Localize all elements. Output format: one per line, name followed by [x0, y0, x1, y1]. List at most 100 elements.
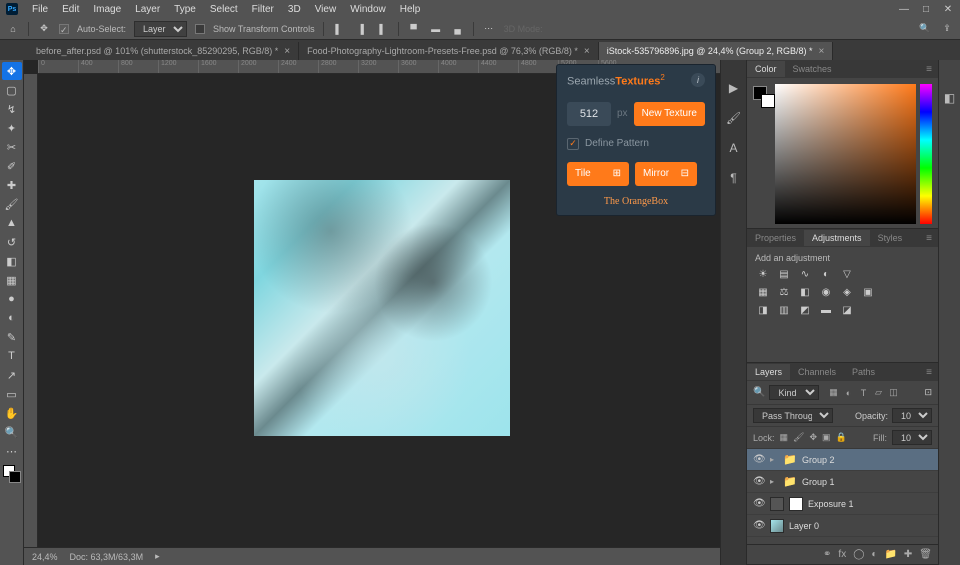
adj-lookup-icon[interactable]: ▣ — [860, 285, 876, 299]
tab-close-icon[interactable]: × — [584, 46, 590, 57]
move-tool[interactable]: ✥ — [2, 62, 22, 80]
auto-select-dropdown[interactable]: Layer — [134, 21, 187, 37]
lock-trans-icon[interactable]: ▦ — [780, 432, 789, 443]
layers-panel-menu-icon[interactable]: ≡ — [920, 367, 938, 378]
tab-properties[interactable]: Properties — [747, 230, 804, 246]
menu-3d[interactable]: 3D — [282, 2, 307, 17]
hand-tool[interactable]: ✋ — [2, 404, 22, 422]
lock-nest-icon[interactable]: ▣ — [822, 432, 831, 443]
adj-vibrance-icon[interactable]: ▽ — [839, 267, 855, 281]
canvas-area[interactable]: 0400800120016002000240028003200360040004… — [24, 60, 720, 565]
adj-map-icon[interactable]: ▬ — [818, 303, 834, 317]
dodge-tool[interactable]: ◐ — [2, 309, 22, 327]
tab-styles[interactable]: Styles — [870, 230, 911, 246]
zoom-tool[interactable]: 🔍 — [2, 423, 22, 441]
menu-layer[interactable]: Layer — [129, 2, 166, 17]
filter-pixel-icon[interactable]: ▦ — [827, 387, 839, 399]
new-texture-button[interactable]: New Texture — [634, 102, 705, 126]
gradient-tool[interactable]: ▦ — [2, 271, 22, 289]
mirror-button[interactable]: Mirror⊟ — [635, 162, 697, 186]
adj-brightness-icon[interactable]: ☀ — [755, 267, 771, 281]
menu-type[interactable]: Type — [168, 2, 202, 17]
adj-exposure-icon[interactable]: ◐ — [818, 267, 834, 281]
stamp-tool[interactable]: ▲ — [2, 214, 22, 232]
share-icon[interactable]: ⇪ — [940, 22, 954, 36]
tab-swatches[interactable]: Swatches — [785, 61, 840, 77]
new-adj-layer-icon[interactable]: ◐ — [871, 549, 877, 560]
lasso-tool[interactable]: ↯ — [2, 100, 22, 118]
marquee-tool[interactable]: ▢ — [2, 81, 22, 99]
layer-expand-icon[interactable]: ▸ — [770, 477, 778, 486]
filter-adj-icon[interactable]: ◐ — [842, 387, 854, 399]
distribute-icon[interactable]: ⋯ — [482, 22, 496, 36]
layer-mask-icon[interactable]: ◯ — [853, 549, 864, 560]
filter-type-icon[interactable]: T — [857, 387, 869, 399]
filter-shape-icon[interactable]: ▱ — [872, 387, 884, 399]
align-top-icon[interactable]: ▀ — [407, 22, 421, 36]
edit-toolbar-icon[interactable]: ⋯ — [2, 442, 22, 460]
tab-close-icon[interactable]: × — [284, 46, 290, 57]
menu-edit[interactable]: Edit — [56, 2, 85, 17]
layer-row[interactable]: 👁Layer 0 — [747, 515, 938, 537]
color-swatches[interactable] — [3, 465, 21, 483]
adj-photo-filter-icon[interactable]: ◉ — [818, 285, 834, 299]
adj-bw-icon[interactable]: ◧ — [797, 285, 813, 299]
filter-toggle-icon[interactable]: ⊡ — [924, 387, 932, 398]
menu-filter[interactable]: Filter — [246, 2, 280, 17]
tab-color[interactable]: Color — [747, 61, 785, 77]
new-layer-icon[interactable]: ✚ — [904, 549, 912, 560]
brush-panel-icon[interactable]: 🖌 — [726, 110, 742, 126]
adj-levels-icon[interactable]: ▤ — [776, 267, 792, 281]
color-picker[interactable] — [775, 84, 916, 224]
opacity-input[interactable]: 100% — [892, 408, 932, 423]
eraser-tool[interactable]: ◧ — [2, 252, 22, 270]
lock-all-icon[interactable]: 🔒 — [836, 432, 847, 443]
blend-mode-select[interactable]: Pass Through — [753, 408, 833, 423]
new-group-icon[interactable]: 📁 — [884, 549, 896, 560]
char-panel-icon[interactable]: A — [726, 140, 742, 156]
canvas-image[interactable] — [254, 180, 510, 436]
adj-panel-menu-icon[interactable]: ≡ — [920, 233, 938, 244]
path-tool[interactable]: ↗ — [2, 366, 22, 384]
adj-balance-icon[interactable]: ⚖ — [776, 285, 792, 299]
link-layers-icon[interactable]: ⚭ — [823, 549, 831, 560]
adj-hue-icon[interactable]: ▦ — [755, 285, 771, 299]
align-right-icon[interactable]: ▌ — [376, 22, 390, 36]
eyedropper-tool[interactable]: ✐ — [2, 157, 22, 175]
auto-select-check[interactable]: ✓ — [59, 24, 69, 34]
info-icon[interactable]: i — [691, 73, 705, 87]
document-tab[interactable]: iStock-535796896.jpg @ 24,4% (Group 2, R… — [599, 42, 834, 60]
align-bottom-icon[interactable]: ▄ — [451, 22, 465, 36]
texture-size-input[interactable] — [567, 102, 611, 126]
close-icon[interactable]: ✕ — [942, 4, 954, 15]
home-icon[interactable]: ⌂ — [6, 22, 20, 36]
crop-tool[interactable]: ✂ — [2, 138, 22, 156]
tab-paths[interactable]: Paths — [844, 364, 883, 380]
move-tool-icon[interactable]: ✥ — [37, 22, 51, 36]
align-center-v-icon[interactable]: ▬ — [429, 22, 443, 36]
history-panel-icon[interactable]: ▶ — [726, 80, 742, 96]
color-panel-menu-icon[interactable]: ≡ — [920, 64, 938, 75]
type-tool[interactable]: T — [2, 347, 22, 365]
layer-filter-kind[interactable]: Kind — [769, 385, 819, 400]
layer-visibility-icon[interactable]: 👁 — [753, 520, 765, 531]
panel-color-swatches[interactable] — [753, 86, 771, 104]
history-brush-tool[interactable]: ↺ — [2, 233, 22, 251]
para-panel-icon[interactable]: ¶ — [726, 170, 742, 186]
fill-input[interactable]: 100% — [892, 430, 932, 445]
menu-file[interactable]: File — [26, 2, 54, 17]
adj-selective-icon[interactable]: ◪ — [839, 303, 855, 317]
define-pattern-check[interactable]: ✓ — [567, 138, 579, 150]
menu-image[interactable]: Image — [87, 2, 127, 17]
brush-tool[interactable]: 🖌 — [2, 195, 22, 213]
document-tab[interactable]: Food-Photography-Lightroom-Presets-Free.… — [299, 42, 599, 60]
minimize-icon[interactable]: — — [898, 4, 910, 15]
layer-visibility-icon[interactable]: 👁 — [753, 454, 765, 465]
tab-adjustments[interactable]: Adjustments — [804, 230, 870, 246]
tab-channels[interactable]: Channels — [790, 364, 844, 380]
status-arrow-icon[interactable]: ▸ — [155, 551, 160, 562]
lock-pos-icon[interactable]: ✥ — [809, 432, 817, 443]
adj-threshold-icon[interactable]: ◩ — [797, 303, 813, 317]
delete-layer-icon[interactable]: 🗑 — [919, 549, 932, 560]
wand-tool[interactable]: ✦ — [2, 119, 22, 137]
